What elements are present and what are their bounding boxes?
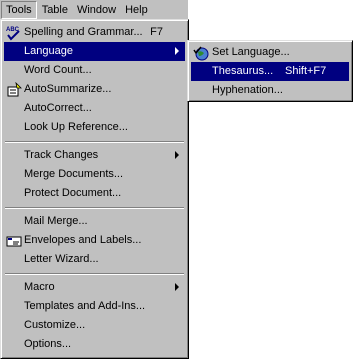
menu-item-thesaurus[interactable]: Thesaurus... Shift+F7: [191, 62, 349, 81]
menu-item-mail-merge[interactable]: Mail Merge...: [4, 212, 185, 231]
tools-menu: ABC Spelling and Grammar... F7 Language …: [0, 19, 189, 359]
menu-item-shortcut: F7: [150, 26, 163, 38]
menu-item-label: Look Up Reference...: [24, 121, 128, 133]
menu-table[interactable]: Table: [38, 1, 72, 19]
menu-item-spelling-and-grammar[interactable]: ABC Spelling and Grammar... F7: [4, 23, 185, 42]
menu-item-language[interactable]: Language: [4, 42, 185, 61]
menu-item-macro[interactable]: Macro: [4, 278, 185, 297]
menu-item-label: Merge Documents...: [24, 168, 124, 180]
menu-item-label: Thesaurus...: [212, 65, 274, 77]
menu-separator: [4, 137, 185, 146]
menu-item-merge-documents[interactable]: Merge Documents...: [4, 165, 185, 184]
menu-separator: [4, 203, 185, 212]
menu-item-label: Word Count...: [24, 64, 92, 76]
menu-item-label: Customize...: [24, 319, 86, 331]
menu-item-options[interactable]: Options...: [4, 335, 185, 354]
globe-check-icon: [192, 44, 209, 61]
menu-item-autocorrect[interactable]: AutoCorrect...: [4, 99, 185, 118]
menu-tools[interactable]: Tools: [1, 1, 37, 19]
menu-item-customize[interactable]: Customize...: [4, 316, 185, 335]
menu-item-look-up-reference[interactable]: Look Up Reference...: [4, 118, 185, 137]
menu-item-label: Envelopes and Labels...: [24, 234, 142, 246]
submenu-arrow-icon: [175, 47, 179, 55]
menu-window[interactable]: Window: [73, 1, 120, 19]
menu-item-label: Hyphenation...: [212, 84, 283, 96]
menu-item-label: AutoCorrect...: [24, 102, 92, 114]
menu-bar: Tools Table Window Help: [0, 0, 188, 20]
menu-item-label: Set Language...: [212, 46, 290, 58]
submenu-arrow-icon: [175, 151, 179, 159]
menu-item-word-count[interactable]: Word Count...: [4, 61, 185, 80]
menu-item-set-language[interactable]: Set Language...: [191, 43, 349, 62]
menu-item-label: Spelling and Grammar...: [24, 26, 143, 38]
menu-item-hyphenation[interactable]: Hyphenation...: [191, 81, 349, 100]
autosummarize-icon: [5, 81, 22, 98]
menu-item-label: Templates and Add-Ins...: [24, 300, 146, 312]
menu-item-shortcut: Shift+F7: [285, 65, 327, 77]
menu-item-label: AutoSummarize...: [24, 83, 112, 95]
menu-item-track-changes[interactable]: Track Changes: [4, 146, 185, 165]
menu-separator: [4, 269, 185, 278]
menu-item-letter-wizard[interactable]: Letter Wizard...: [4, 250, 185, 269]
menu-item-autosummarize[interactable]: AutoSummarize...: [4, 80, 185, 99]
envelope-icon: [5, 232, 22, 249]
menu-item-label: Macro: [24, 281, 55, 293]
submenu-arrow-icon: [175, 283, 179, 291]
menu-item-templates-and-add-ins[interactable]: Templates and Add-Ins...: [4, 297, 185, 316]
language-submenu: Set Language... Thesaurus... Shift+F7 Hy…: [187, 40, 353, 102]
menu-item-label: Mail Merge...: [24, 215, 88, 227]
menu-item-label: Track Changes: [24, 149, 99, 161]
menu-item-label: Protect Document...: [24, 187, 122, 199]
menu-item-label: Options...: [24, 338, 72, 350]
menu-item-label: Language: [24, 45, 73, 57]
menu-help[interactable]: Help: [121, 1, 152, 19]
menu-item-envelopes-and-labels[interactable]: Envelopes and Labels...: [4, 231, 185, 250]
menu-item-label: Letter Wizard...: [24, 253, 99, 265]
menu-item-protect-document[interactable]: Protect Document...: [4, 184, 185, 203]
spelling-abc-check-icon: ABC: [5, 24, 22, 41]
